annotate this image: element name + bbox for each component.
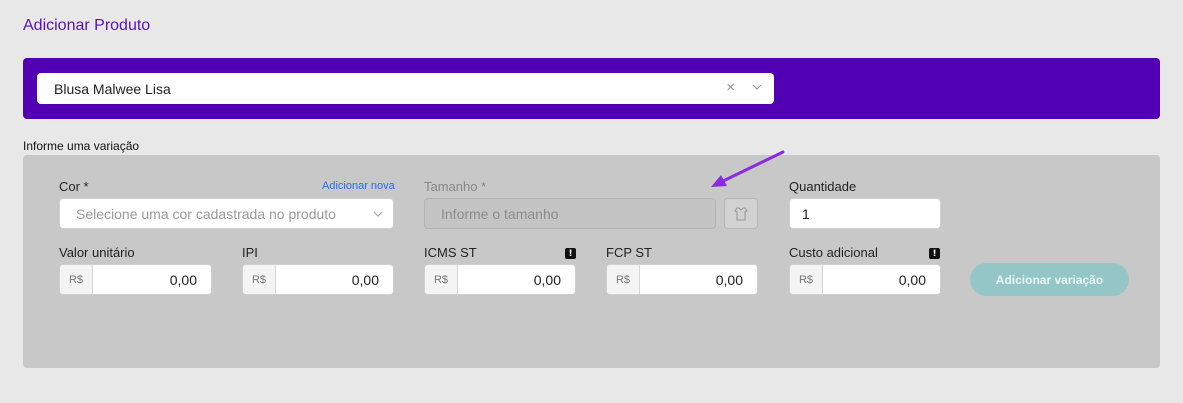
additional-cost-input[interactable]: R$ 0,00 [789, 264, 941, 295]
product-select[interactable]: Blusa Malwee Lisa × [37, 73, 774, 104]
ipi-input[interactable]: R$ 0,00 [242, 264, 394, 295]
additional-cost-value: 0,00 [898, 271, 926, 288]
quantidade-label: Quantidade [789, 179, 857, 194]
page-title: Adicionar Produto [23, 17, 151, 34]
unit-price-input[interactable]: R$ 0,00 [59, 264, 212, 295]
icms-st-value: 0,00 [533, 271, 561, 288]
chevron-down-icon[interactable] [373, 209, 383, 219]
clear-icon[interactable]: × [726, 79, 735, 96]
custo-adicional-label: Custo adicional [789, 245, 878, 260]
chevron-down-icon[interactable] [752, 82, 762, 92]
variation-panel: Cor * Adicionar nova Selecione uma cor c… [23, 155, 1160, 368]
currency-prefix: R$ [425, 265, 458, 294]
cor-label: Cor * [59, 179, 89, 194]
variation-section-label: Informe uma variação [23, 139, 140, 153]
info-icon[interactable]: ! [565, 248, 576, 259]
ipi-label: IPI [242, 245, 258, 260]
annotation-arrow-icon [711, 150, 785, 187]
product-select-value: Blusa Malwee Lisa [54, 80, 171, 97]
fcp-st-value: 0,00 [715, 271, 743, 288]
size-table-button[interactable] [724, 198, 758, 229]
fcp-st-input[interactable]: R$ 0,00 [606, 264, 758, 295]
product-banner: Blusa Malwee Lisa × [23, 58, 1160, 119]
valor-unitario-label: Valor unitário [59, 245, 135, 260]
add-variation-button[interactable]: Adicionar variação [970, 263, 1129, 296]
quantity-value: 1 [802, 205, 810, 222]
quantity-input[interactable]: 1 [789, 198, 941, 229]
ipi-value: 0,00 [351, 271, 379, 288]
fcp-st-label: FCP ST [606, 245, 652, 260]
tamanho-label: Tamanho * [424, 179, 487, 194]
currency-prefix: R$ [607, 265, 640, 294]
add-color-link[interactable]: Adicionar nova [322, 180, 395, 192]
icms-st-input[interactable]: R$ 0,00 [424, 264, 576, 295]
color-select[interactable]: Selecione uma cor cadastrada no produto [59, 198, 394, 229]
currency-prefix: R$ [60, 265, 93, 294]
shirt-icon [734, 206, 748, 221]
currency-prefix: R$ [243, 265, 276, 294]
size-input[interactable]: Informe o tamanho [424, 198, 716, 229]
icms-st-label: ICMS ST [424, 245, 477, 260]
color-select-placeholder: Selecione uma cor cadastrada no produto [76, 205, 336, 222]
unit-price-value: 0,00 [169, 271, 197, 288]
info-icon[interactable]: ! [929, 248, 940, 259]
currency-prefix: R$ [790, 265, 823, 294]
size-input-placeholder: Informe o tamanho [441, 205, 559, 222]
